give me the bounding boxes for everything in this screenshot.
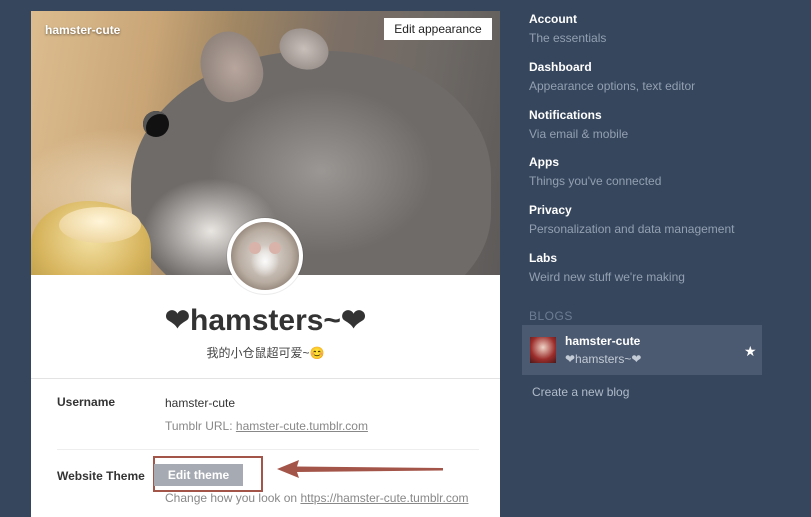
blog-title[interactable]: ❤hamsters~❤ [31, 303, 500, 338]
nav-item-dashboard[interactable]: Dashboard Appearance options, text edito… [529, 60, 769, 108]
hamster-avatar-image [231, 222, 299, 290]
nav-item-subtitle: Weird new stuff we're making [529, 269, 685, 284]
nav-item-apps[interactable]: Apps Things you've connected [529, 155, 769, 203]
blog-list-name: hamster-cute [565, 334, 641, 348]
tumblr-url-prefix: Tumblr URL: [165, 419, 236, 433]
star-icon[interactable]: ★ [744, 344, 757, 358]
create-new-blog-link[interactable]: Create a new blog [532, 385, 629, 399]
divider [31, 378, 500, 379]
nav-item-subtitle: Via email & mobile [529, 126, 629, 141]
divider [57, 449, 479, 450]
blog-url-link[interactable]: https://hamster-cute.tumblr.com [300, 491, 468, 505]
blog-list-item[interactable]: hamster-cute ❤hamsters~❤ ★ [522, 325, 762, 375]
blog-list-title: ❤hamsters~❤ [565, 352, 642, 366]
food-top [59, 207, 141, 243]
blog-header-name: hamster-cute [45, 23, 121, 37]
tumblr-url-link[interactable]: hamster-cute.tumblr.com [236, 419, 368, 433]
nav-item-subtitle: The essentials [529, 31, 607, 45]
nav-item-title: Labs [529, 250, 558, 265]
annotation-arrow-icon [277, 460, 443, 478]
edit-theme-button[interactable]: Edit theme [154, 464, 243, 486]
blog-avatar [530, 337, 556, 363]
blog-card: hamster-cute Edit appearance ❤hamsters~❤… [31, 11, 500, 517]
blog-avatar[interactable] [227, 218, 303, 294]
theme-description-prefix: Change how you look on [165, 491, 301, 505]
nav-item-account[interactable]: Account The essentials [529, 12, 769, 60]
theme-description: Change how you look on https://hamster-c… [165, 491, 469, 505]
nav-item-title: Apps [529, 155, 559, 170]
blog-description[interactable]: 我的小仓鼠超可爱~😊 [31, 344, 500, 361]
username-label: Username [57, 395, 116, 409]
tumblr-url: Tumblr URL: hamster-cute.tumblr.com [165, 419, 368, 433]
hamster-photo [131, 51, 491, 275]
nav-item-subtitle: Personalization and data management [529, 222, 735, 237]
nav-item-title: Account [529, 12, 577, 26]
nav-item-subtitle: Things you've connected [529, 174, 662, 189]
nav-item-title: Notifications [529, 107, 602, 122]
username-value[interactable]: hamster-cute [165, 396, 235, 410]
edit-appearance-button[interactable]: Edit appearance [384, 18, 492, 40]
blogs-section-header: BLOGS [529, 309, 573, 323]
hamster-eye [143, 111, 169, 137]
website-theme-label: Website Theme [57, 469, 145, 483]
nav-item-labs[interactable]: Labs Weird new stuff we're making [529, 251, 769, 299]
nav-item-title: Privacy [529, 203, 572, 218]
nav-item-subtitle: Appearance options, text editor [529, 78, 696, 93]
nav-item-title: Dashboard [529, 59, 592, 74]
nav-item-privacy[interactable]: Privacy Personalization and data managem… [529, 203, 769, 251]
settings-nav: Account The essentials Dashboard Appeara… [529, 12, 769, 299]
nav-item-notifications[interactable]: Notifications Via email & mobile [529, 108, 769, 156]
